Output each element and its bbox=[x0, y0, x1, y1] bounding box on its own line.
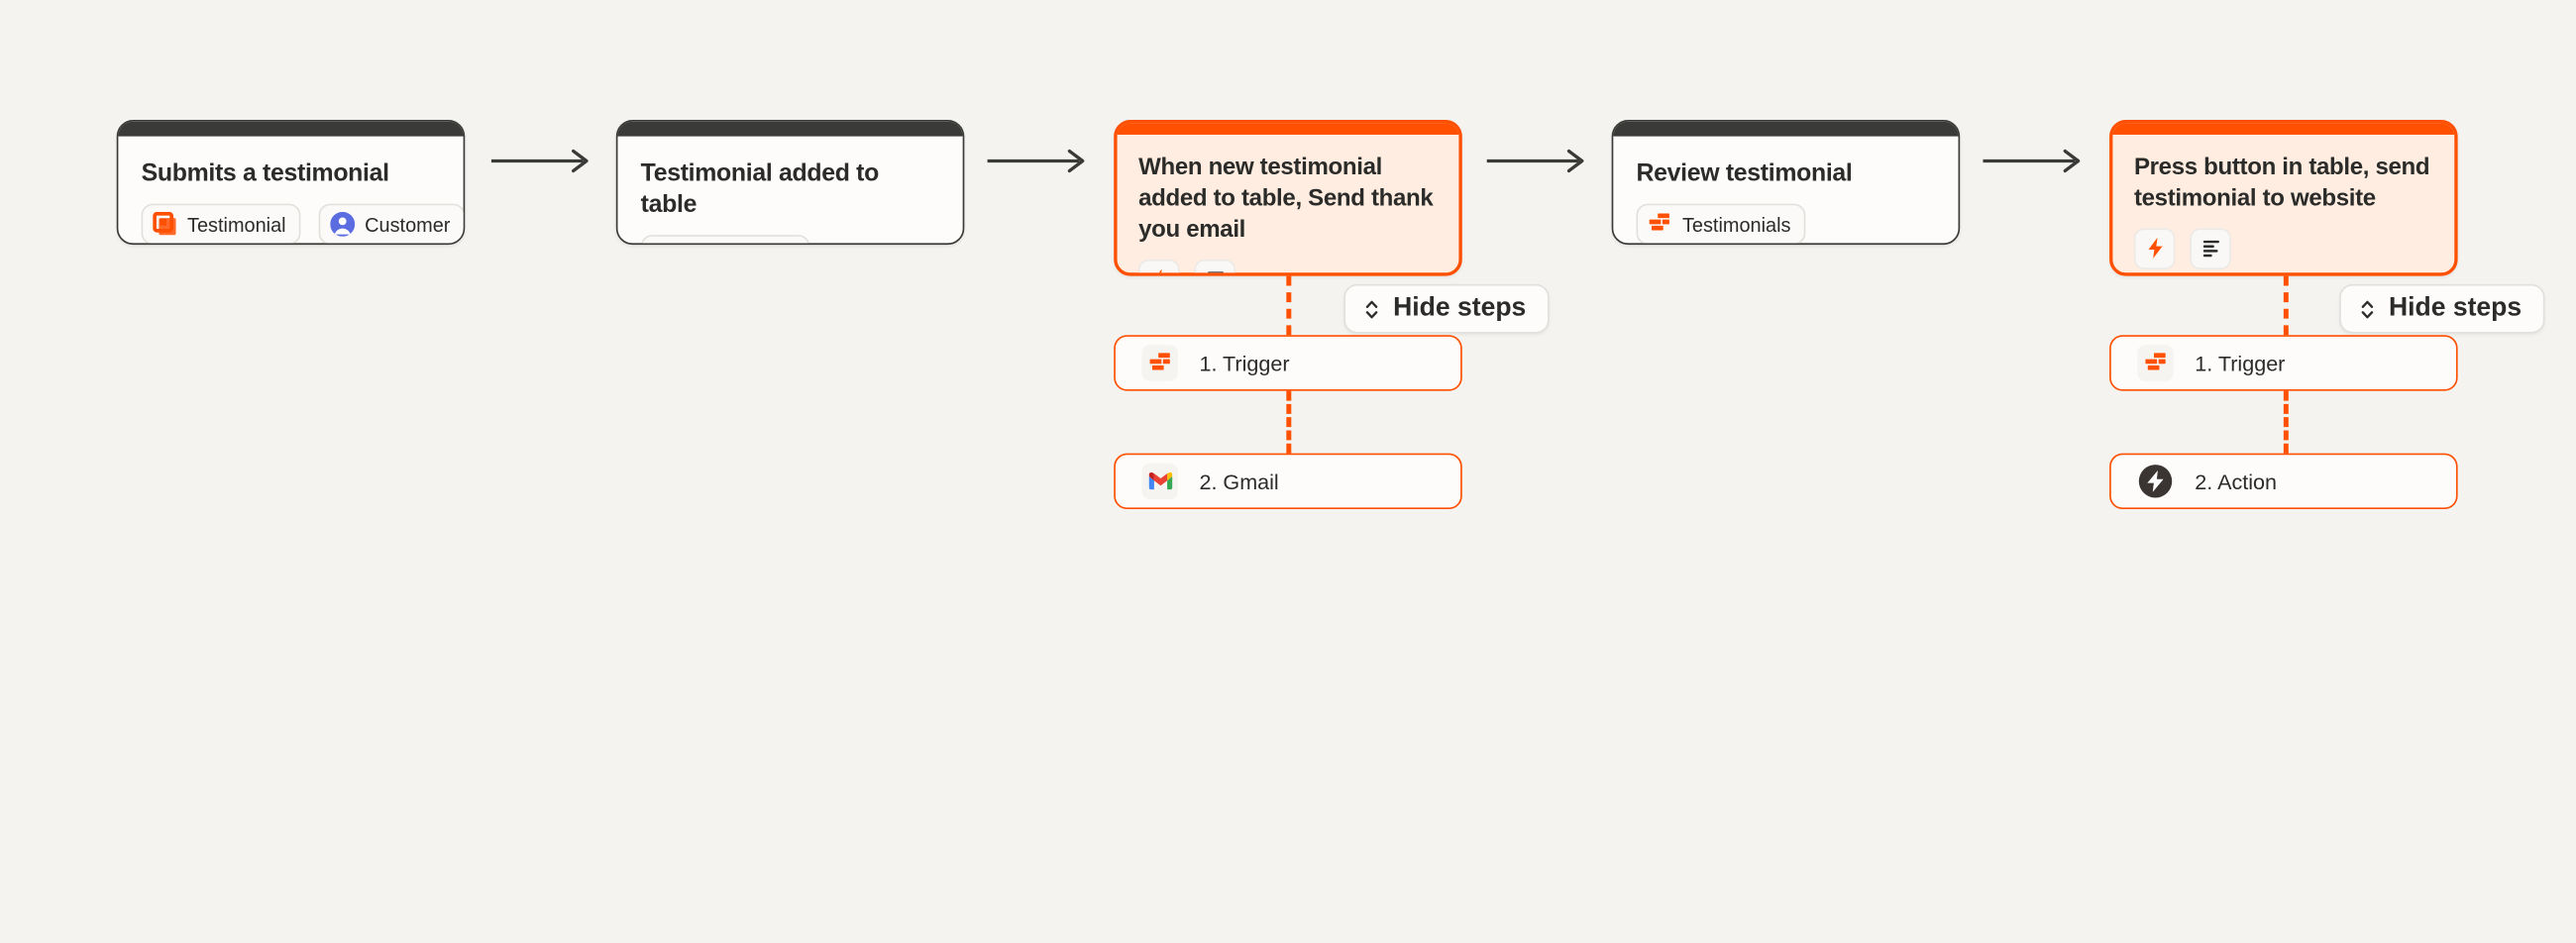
dashed-connector bbox=[1286, 275, 1292, 336]
zapier-tables-icon bbox=[2137, 345, 2174, 381]
pill-label: Testimonial bbox=[187, 213, 286, 237]
node-title: When new testimonial added to table, Sen… bbox=[1138, 154, 1434, 243]
text-lines-icon bbox=[1204, 267, 1227, 273]
pill-label: Testimonials bbox=[1681, 213, 1791, 237]
node-when-new-testimonial-added[interactable]: When new testimonial added to table, Sen… bbox=[1114, 120, 1462, 276]
customer-avatar-icon bbox=[330, 212, 356, 238]
zapier-tables-icon bbox=[1648, 212, 1672, 237]
pill-testimonials[interactable]: Testimonials bbox=[1636, 203, 1806, 244]
hide-steps-label: Hide steps bbox=[2388, 293, 2522, 322]
step-row-action-group-2[interactable]: 2. Action bbox=[2109, 453, 2458, 510]
text-lines-button[interactable] bbox=[1194, 259, 1235, 273]
action-bolt-circle-icon bbox=[2137, 464, 2173, 499]
step-label: 2. Gmail bbox=[1199, 469, 1279, 494]
chevron-up-down-icon bbox=[1363, 298, 1380, 320]
node-title: Review testimonial bbox=[1636, 158, 1853, 188]
zap-bolt-button[interactable] bbox=[1138, 259, 1180, 273]
node-testimonial-added-to-table[interactable]: Testimonial added to table Testimonials bbox=[615, 120, 965, 246]
arrow-connector-2 bbox=[987, 145, 1093, 177]
dashed-connector bbox=[2283, 390, 2289, 454]
step-row-trigger-group-2[interactable]: 1. Trigger bbox=[2109, 335, 2458, 391]
arrow-connector-1 bbox=[490, 145, 596, 177]
zap-bolt-icon bbox=[2143, 237, 2166, 260]
gmail-icon bbox=[1141, 463, 1178, 500]
text-lines-icon bbox=[2199, 237, 2221, 260]
pill-row: Testimonials bbox=[1636, 203, 1936, 244]
node-top-bar bbox=[118, 121, 464, 137]
hide-steps-button-group-1[interactable]: Hide steps bbox=[1343, 283, 1550, 334]
dashed-connector bbox=[2283, 275, 2289, 336]
node-top-bar bbox=[1613, 121, 1959, 137]
pill-testimonial[interactable]: Testimonial bbox=[141, 203, 301, 244]
node-top-bar bbox=[1117, 123, 1459, 135]
dashed-connector bbox=[1286, 390, 1292, 454]
node-review-testimonial[interactable]: Review testimonial Testimonials bbox=[1611, 120, 1961, 246]
node-title: Submits a testimonial bbox=[141, 158, 389, 188]
chevron-up-down-icon bbox=[2359, 298, 2376, 320]
zapier-tables-icon bbox=[652, 244, 677, 245]
pill-row: Testimonial Customer bbox=[141, 203, 464, 244]
pill-row: Testimonials bbox=[640, 235, 940, 245]
node-top-bar bbox=[617, 121, 963, 137]
testimonial-square-icon bbox=[153, 212, 177, 237]
zap-bolt-button[interactable] bbox=[2133, 227, 2176, 269]
hide-steps-button-group-2[interactable]: Hide steps bbox=[2339, 283, 2545, 334]
arrow-connector-3 bbox=[1486, 145, 1592, 177]
step-row-trigger-group-1[interactable]: 1. Trigger bbox=[1114, 335, 1462, 391]
zap-bolt-icon bbox=[1147, 267, 1170, 273]
hide-steps-label: Hide steps bbox=[1393, 293, 1527, 322]
text-lines-button[interactable] bbox=[2190, 227, 2231, 269]
node-submits-a-testimonial[interactable]: Submits a testimonial Testimonial Custom… bbox=[116, 120, 466, 246]
node-title: Testimonial added to table bbox=[640, 158, 880, 219]
node-press-button-in-table[interactable]: Press button in table, send testimonial … bbox=[2109, 120, 2458, 276]
pill-testimonials[interactable]: Testimonials bbox=[640, 235, 810, 245]
step-label: 2. Action bbox=[2195, 469, 2278, 494]
icon-button-row bbox=[2133, 227, 2433, 269]
step-label: 1. Trigger bbox=[2195, 351, 2286, 375]
pill-customer[interactable]: Customer bbox=[318, 203, 464, 244]
arrow-connector-4 bbox=[1983, 145, 2088, 177]
icon-button-row bbox=[1138, 259, 1438, 273]
step-label: 1. Trigger bbox=[1199, 351, 1290, 375]
workflow-canvas: Submits a testimonial Testimonial Custom… bbox=[0, 0, 2576, 631]
step-row-gmail-group-1[interactable]: 2. Gmail bbox=[1114, 453, 1462, 510]
node-top-bar bbox=[2112, 123, 2455, 135]
pill-label: Customer bbox=[365, 213, 451, 237]
node-title: Press button in table, send testimonial … bbox=[2133, 154, 2430, 212]
zapier-tables-icon bbox=[1141, 345, 1178, 381]
